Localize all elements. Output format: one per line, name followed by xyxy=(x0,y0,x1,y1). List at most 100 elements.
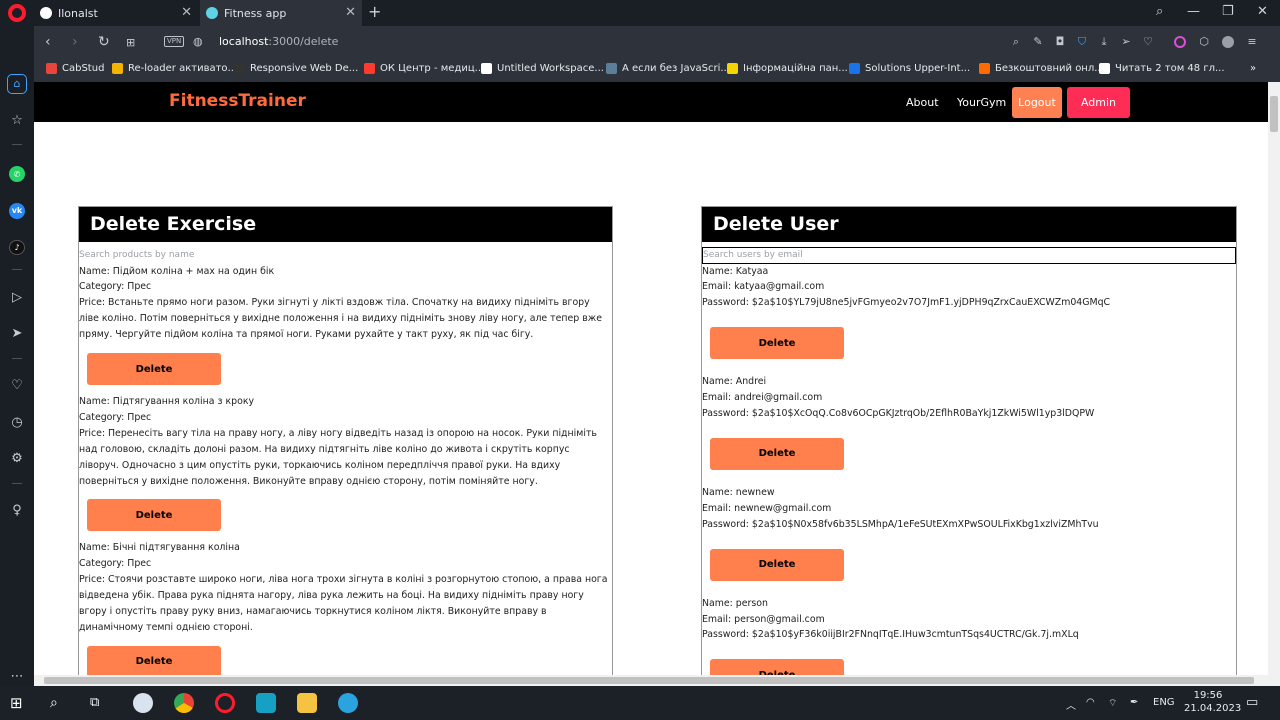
horizontal-scrollbar[interactable] xyxy=(34,675,1268,686)
github-icon xyxy=(40,7,52,19)
tab-fitness-app[interactable]: Fitness app ✕ xyxy=(200,0,362,26)
exercise-search-input[interactable] xyxy=(79,246,612,264)
bookmark-item[interactable]: Untitled Workspace... xyxy=(481,63,604,74)
bookmark-item[interactable]: Solutions Upper-Int... xyxy=(849,63,970,74)
history-icon[interactable]: ◷ xyxy=(7,412,27,432)
paint-icon[interactable] xyxy=(133,693,153,713)
heart-icon[interactable]: ♡ xyxy=(7,376,27,396)
notifications-icon[interactable]: ▭ xyxy=(1246,695,1258,710)
settings-icon[interactable]: ⚙ xyxy=(7,449,27,469)
logout-button[interactable]: Logout xyxy=(1012,87,1062,118)
bookmark-item[interactable]: Responsive Web De... xyxy=(234,63,358,74)
edit-icon[interactable]: ✎ xyxy=(1032,36,1044,48)
address-bar: ‹ › ↻ ⊞ VPN ◍ localhost:3000/delete ⌕ ✎ … xyxy=(34,26,1280,58)
shield-icon[interactable]: ⛉ xyxy=(1076,36,1088,48)
wifi-icon[interactable]: ⌔ xyxy=(1108,697,1117,710)
webstorm-icon[interactable] xyxy=(256,693,276,713)
download-icon[interactable]: ⤓ xyxy=(1098,36,1110,48)
restore-icon[interactable]: ❐ xyxy=(1222,4,1234,19)
bookmarks-more-icon[interactable]: » xyxy=(1250,63,1256,74)
delete-exercise-button[interactable]: Delete xyxy=(87,499,221,532)
tab-github[interactable]: Ilonalst ✕ xyxy=(34,0,198,26)
bookmark-item[interactable]: А если без JavaScri... xyxy=(606,63,730,74)
bookmark-favicon-icon xyxy=(234,63,245,74)
close-window-icon[interactable]: ✕ xyxy=(1257,4,1268,19)
vk-icon[interactable]: vk xyxy=(9,202,25,219)
player-icon[interactable]: ▷ xyxy=(7,287,27,307)
delete-exercise-panel: Delete Exercise Name: Підйом коліна + ма… xyxy=(78,206,613,686)
reload-icon[interactable]: ↻ xyxy=(98,34,110,50)
bookmark-item[interactable]: Re-loader активато... xyxy=(112,63,237,74)
bookmark-favicon-icon xyxy=(46,63,57,74)
url-field[interactable]: localhost:3000/delete xyxy=(219,35,338,48)
windows-start-icon[interactable]: ⊞ xyxy=(10,693,30,713)
delete-exercise-button[interactable]: Delete xyxy=(87,645,221,678)
search-page-icon[interactable]: ⌕ xyxy=(1010,36,1022,48)
delete-user-button[interactable]: Delete xyxy=(710,327,844,360)
bookmark-item[interactable]: CabStud xyxy=(46,63,104,74)
lightbulb-icon[interactable]: ♀ xyxy=(7,501,27,521)
tiktok-icon[interactable]: ♪ xyxy=(9,239,25,256)
user-name: Name: Katyaa xyxy=(702,265,769,277)
tabs-overview-icon[interactable]: ⊞ xyxy=(126,36,135,49)
vertical-scrollbar[interactable] xyxy=(1268,82,1280,686)
exercise-item: Name: Підтягування коліна з кроку Categor… xyxy=(79,394,612,532)
telegram-icon[interactable] xyxy=(338,693,358,713)
delete-user-button[interactable]: Delete xyxy=(710,437,844,470)
app-root: ⌂ ☆ ✆ vk ♪ ▷ ➤ ♡ ◷ ⚙ ♀ ⋯ Ilonalst ✕ Fitn… xyxy=(0,0,1280,720)
color-wheel-icon[interactable] xyxy=(1174,36,1186,48)
exercise-list: Name: Підйом коліна + мах на один бік Cat… xyxy=(79,264,612,678)
user-email: Email: person@gmail.com xyxy=(702,613,825,625)
chrome-icon[interactable] xyxy=(174,693,194,713)
opera-icon[interactable] xyxy=(215,693,235,713)
scrollbar-thumb[interactable] xyxy=(1270,96,1278,132)
clock[interactable]: 19:56 21.04.2023 xyxy=(1184,689,1241,715)
home-icon[interactable]: ⌂ xyxy=(7,73,27,94)
globe-icon: ◍ xyxy=(193,35,203,48)
language-indicator[interactable]: ENG xyxy=(1153,697,1175,708)
scrollbar-thumb[interactable] xyxy=(44,677,1254,684)
cube-icon[interactable]: ⬡ xyxy=(1198,36,1210,48)
back-icon[interactable]: ‹ xyxy=(45,34,51,50)
nav-about-link[interactable]: About xyxy=(906,96,939,109)
sidebar-divider xyxy=(12,269,22,271)
whatsapp-icon[interactable]: ✆ xyxy=(9,166,25,182)
more-icon[interactable]: ⋯ xyxy=(7,666,27,686)
url-path: :3000/delete xyxy=(268,35,339,48)
delete-user-button[interactable]: Delete xyxy=(710,548,844,581)
bookmark-item[interactable]: Безкоштовний онл... xyxy=(979,63,1104,74)
minimize-icon[interactable]: — xyxy=(1187,4,1200,19)
delete-exercise-button[interactable]: Delete xyxy=(87,353,221,386)
task-view-icon[interactable]: ⧉ xyxy=(90,693,110,713)
send-icon[interactable]: ➤ xyxy=(7,324,27,344)
network-icon[interactable]: ◠ xyxy=(1086,697,1095,708)
brand-logo[interactable]: FitnessTrainer xyxy=(169,91,306,111)
camera-icon[interactable]: ◘ xyxy=(1054,36,1066,48)
admin-button[interactable]: Admin xyxy=(1067,87,1130,118)
tray-chevron-icon[interactable]: ︿ xyxy=(1066,697,1076,712)
heart-icon[interactable]: ♡ xyxy=(1142,36,1154,48)
nav-yourgym-link[interactable]: YourGym xyxy=(957,96,1006,109)
user-search-input[interactable] xyxy=(702,246,1236,264)
bookmark-label: Інформаційна пан... xyxy=(743,63,848,74)
bookmark-item[interactable]: ОК Центр - медиц... xyxy=(364,63,484,74)
close-tab-icon[interactable]: ✕ xyxy=(181,5,192,20)
new-tab-icon[interactable]: + xyxy=(368,2,381,21)
close-tab-icon[interactable]: ✕ xyxy=(345,5,356,20)
opera-logo-icon[interactable] xyxy=(8,4,26,22)
search-icon[interactable]: ⌕ xyxy=(50,693,70,713)
easy-setup-icon[interactable]: ≡ xyxy=(1246,36,1258,48)
forward-icon[interactable]: › xyxy=(72,34,78,50)
exercise-name: Name: Підйом коліна + мах на один бік xyxy=(79,265,275,277)
send-icon[interactable]: ➢ xyxy=(1120,36,1132,48)
exercise-description: Price: Перенесіть вагу тіла на праву ног… xyxy=(79,427,597,487)
search-tabs-icon[interactable]: ⌕ xyxy=(1156,4,1163,19)
bookmark-label: Re-loader активато... xyxy=(128,63,238,74)
bookmark-item[interactable]: Читать 2 том 48 гл... xyxy=(1099,63,1225,74)
vpn-badge[interactable]: VPN xyxy=(164,36,185,47)
bookmark-item[interactable]: Інформаційна пан... xyxy=(727,63,848,74)
file-explorer-icon[interactable] xyxy=(297,693,317,713)
pen-icon[interactable]: ✒ xyxy=(1130,697,1138,708)
avatar-icon[interactable] xyxy=(1222,36,1234,48)
star-icon[interactable]: ☆ xyxy=(7,111,27,131)
